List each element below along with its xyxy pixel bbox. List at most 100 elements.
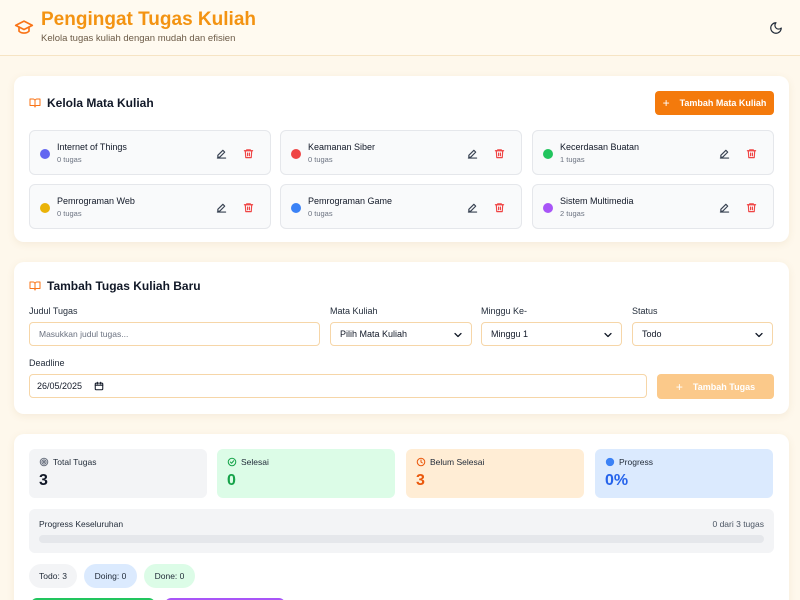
course-item: Kecerdasan Buatan 1 tugas <box>532 130 774 175</box>
stat-total-label-text: Total Tugas <box>53 457 97 467</box>
add-task-button[interactable]: + Tambah Tugas <box>657 374 774 399</box>
edit-icon[interactable] <box>467 202 478 213</box>
trash-icon[interactable] <box>494 148 505 159</box>
stat-pending: Belum Selesai 3 <box>406 449 584 498</box>
trash-icon[interactable] <box>494 202 505 213</box>
plus-icon: + <box>662 96 670 110</box>
chevron-down-icon <box>604 332 612 338</box>
stat-total: Total Tugas 3 <box>29 449 207 498</box>
stat-done: Selesai 0 <box>217 449 395 498</box>
course-color-dot <box>40 203 50 213</box>
stat-pending-value: 3 <box>416 472 425 489</box>
stat-progress-label: Progress <box>605 457 653 467</box>
edit-icon[interactable] <box>216 148 227 159</box>
course-task-count: 0 tugas <box>308 209 333 218</box>
courses-section-title: Kelola Mata Kuliah <box>29 96 154 110</box>
calendar-icon[interactable] <box>94 381 104 391</box>
course-color-dot <box>291 149 301 159</box>
edit-icon[interactable] <box>467 148 478 159</box>
stats-card: Total Tugas 3 Selesai 0 Belum Selesai 3 … <box>14 434 789 600</box>
course-item: Pemrograman Web 0 tugas <box>29 184 271 229</box>
edit-icon[interactable] <box>719 148 730 159</box>
stat-progress-label-text: Progress <box>619 457 654 467</box>
status-count-pill: Doing: 0 <box>84 564 137 588</box>
app-subtitle: Kelola tugas kuliah dengan mudah dan efi… <box>41 33 236 44</box>
trash-icon[interactable] <box>746 202 757 213</box>
course-name: Pemrograman Web <box>57 196 135 206</box>
progress-dot-icon <box>605 457 615 467</box>
course-name: Pemrograman Game <box>308 196 393 206</box>
course-task-count: 1 tugas <box>560 155 585 164</box>
trash-icon[interactable] <box>243 202 254 213</box>
week-select-value: Minggu 1 <box>491 329 529 339</box>
check-circle-icon <box>227 457 237 467</box>
course-select-value: Pilih Mata Kuliah <box>340 329 408 339</box>
plus-icon: + <box>675 379 683 394</box>
course-task-count: 0 tugas <box>57 155 82 164</box>
courses-section-title-text: Kelola Mata Kuliah <box>47 96 154 110</box>
deadline-label: Deadline <box>29 358 65 368</box>
deadline-input[interactable]: 26/05/2025 <box>29 374 647 398</box>
edit-icon[interactable] <box>216 202 227 213</box>
status-select-value: Todo <box>642 329 662 339</box>
course-name: Internet of Things <box>57 142 127 152</box>
course-color-dot <box>543 149 553 159</box>
task-form-card: Tambah Tugas Kuliah Baru Judul Tugas Mas… <box>14 262 789 414</box>
course-color-dot <box>291 203 301 213</box>
chevron-down-icon <box>755 332 763 338</box>
overall-progress: Progress Keseluruhan 0 dari 3 tugas <box>29 509 774 553</box>
add-course-button-label: Tambah Mata Kuliah <box>679 98 767 108</box>
stat-progress: Progress 0% <box>595 449 773 498</box>
status-select[interactable]: Todo <box>632 322 773 346</box>
courses-card: Kelola Mata Kuliah + Tambah Mata Kuliah … <box>14 76 789 242</box>
book-open-icon <box>29 98 41 108</box>
course-select-label: Mata Kuliah <box>330 306 378 316</box>
course-item: Pemrograman Game 0 tugas <box>280 184 522 229</box>
app-header: Pengingat Tugas Kuliah Kelola tugas kuli… <box>0 0 800 56</box>
task-title-label: Judul Tugas <box>29 306 78 316</box>
course-task-count: 0 tugas <box>308 155 333 164</box>
course-item: Keamanan Siber 0 tugas <box>280 130 522 175</box>
add-course-button[interactable]: + Tambah Mata Kuliah <box>655 91 774 115</box>
course-item: Internet of Things 0 tugas <box>29 130 271 175</box>
stat-total-value: 3 <box>39 472 48 489</box>
clock-icon <box>416 457 426 467</box>
course-item: Sistem Multimedia 2 tugas <box>532 184 774 229</box>
overall-progress-count: 0 dari 3 tugas <box>712 519 764 529</box>
course-color-dot <box>543 203 553 213</box>
task-form-title-text: Tambah Tugas Kuliah Baru <box>47 279 201 293</box>
stat-done-label: Selesai <box>227 457 269 467</box>
week-select[interactable]: Minggu 1 <box>481 322 622 346</box>
stat-done-value: 0 <box>227 472 236 489</box>
status-count-pill: Todo: 3 <box>29 564 77 588</box>
course-task-count: 0 tugas <box>57 209 82 218</box>
overall-progress-track <box>39 535 764 543</box>
status-count-pill: Done: 0 <box>144 564 195 588</box>
task-form-title: Tambah Tugas Kuliah Baru <box>29 279 201 293</box>
moon-icon[interactable] <box>769 21 783 35</box>
task-title-input[interactable]: Masukkan judul tugas... <box>29 322 320 346</box>
stat-pending-label: Belum Selesai <box>416 457 484 467</box>
course-name: Sistem Multimedia <box>560 196 634 206</box>
deadline-value: 26/05/2025 <box>37 381 83 391</box>
course-color-dot <box>40 149 50 159</box>
app-title: Pengingat Tugas Kuliah <box>41 9 256 30</box>
course-name: Kecerdasan Buatan <box>560 142 640 152</box>
trash-icon[interactable] <box>746 148 757 159</box>
add-task-button-label: Tambah Tugas <box>692 381 756 392</box>
course-name: Keamanan Siber <box>308 142 376 152</box>
book-open-icon <box>29 281 41 291</box>
stat-progress-value: 0% <box>605 472 629 489</box>
edit-icon[interactable] <box>719 202 730 213</box>
graduation-cap-icon <box>14 20 34 34</box>
trash-icon[interactable] <box>243 148 254 159</box>
week-select-label: Minggu Ke- <box>481 306 528 316</box>
target-icon <box>39 457 49 467</box>
course-select[interactable]: Pilih Mata Kuliah <box>330 322 472 346</box>
status-select-label: Status <box>632 306 658 316</box>
course-task-count: 2 tugas <box>560 209 585 218</box>
stat-pending-label-text: Belum Selesai <box>430 457 485 467</box>
stat-total-label: Total Tugas <box>39 457 96 467</box>
overall-progress-label: Progress Keseluruhan <box>39 519 124 529</box>
stat-done-label-text: Selesai <box>241 457 269 467</box>
